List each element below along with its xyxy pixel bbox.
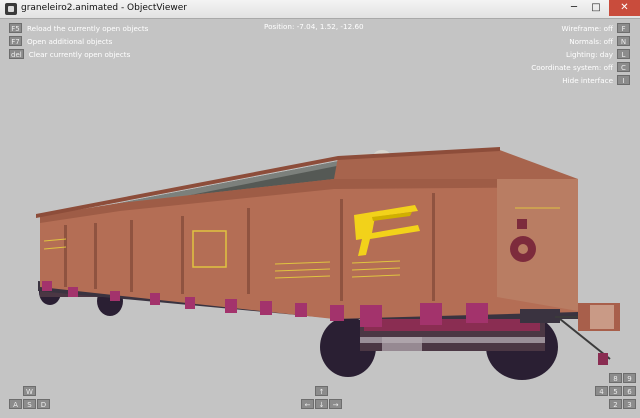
hud-reload-label: Reload the currently open objects — [27, 24, 149, 33]
hud-clear-hint: del Clear currently open objects — [9, 49, 130, 60]
key-d: D — [37, 399, 50, 409]
title-bar[interactable]: graneleiro2.animated - ObjectViewer ─ □ … — [0, 0, 640, 19]
hud-lighting-label: Lighting: day — [566, 50, 613, 59]
hud-normals-toggle: Normals: off N — [569, 36, 630, 47]
key-w: W — [23, 386, 36, 396]
arrow-down-key: ↓ — [315, 399, 328, 409]
numpad-6-key: 6 — [623, 386, 636, 396]
close-button[interactable]: ✕ — [609, 0, 640, 16]
key-i: I — [617, 75, 630, 85]
key-f7: F7 — [9, 36, 22, 46]
hud-clear-label: Clear currently open objects — [28, 50, 131, 59]
wagon-model-render — [0, 19, 640, 418]
hud-coordinate-label: Coordinate system: off — [531, 63, 613, 72]
numpad-3-key: 3 — [623, 399, 636, 409]
3d-viewport[interactable]: F5 Reload the currently open objects F7 Op… — [0, 19, 640, 418]
numpad-2-key: 2 — [609, 399, 622, 409]
hud-hide-interface: Hide interface I — [562, 75, 630, 86]
numpad-5-key: 5 — [609, 386, 622, 396]
key-c: C — [617, 62, 630, 72]
camera-position-readout: Position: -7.04, 1.52, -12.60 — [264, 22, 364, 31]
numpad-8-key: 8 — [609, 373, 622, 383]
key-f: F — [617, 23, 630, 33]
arrow-left-key: ← — [301, 399, 314, 409]
hud-open-label: Open additional objects — [27, 37, 113, 46]
numpad-9-key: 9 — [623, 373, 636, 383]
key-f5: F5 — [9, 23, 22, 33]
hud-lighting-toggle: Lighting: day L — [566, 49, 630, 60]
key-l: L — [617, 49, 630, 59]
hud-wireframe-label: Wireframe: off — [561, 24, 613, 33]
minimize-button[interactable]: ─ — [563, 0, 585, 16]
hud-coordinate-toggle: Coordinate system: off C — [531, 62, 630, 73]
objectviewer-app-icon — [5, 3, 17, 15]
hud-open-hint: F7 Open additional objects — [9, 36, 112, 47]
app-window: graneleiro2.animated - ObjectViewer ─ □ … — [0, 0, 640, 418]
key-s: S — [23, 399, 36, 409]
arrow-right-key: → — [329, 399, 342, 409]
key-a: A — [9, 399, 22, 409]
hud-hide-label: Hide interface — [562, 76, 613, 85]
hud-wireframe-toggle: Wireframe: off F — [561, 23, 630, 34]
window-title: graneleiro2.animated - ObjectViewer — [21, 3, 187, 13]
key-n: N — [617, 36, 630, 46]
arrow-up-key: ↑ — [315, 386, 328, 396]
hud-reload-hint: F5 Reload the currently open objects — [9, 23, 148, 34]
key-del: del — [9, 49, 24, 59]
maximize-button[interactable]: □ — [585, 0, 607, 16]
numpad-4-key: 4 — [595, 386, 608, 396]
hud-normals-label: Normals: off — [569, 37, 613, 46]
